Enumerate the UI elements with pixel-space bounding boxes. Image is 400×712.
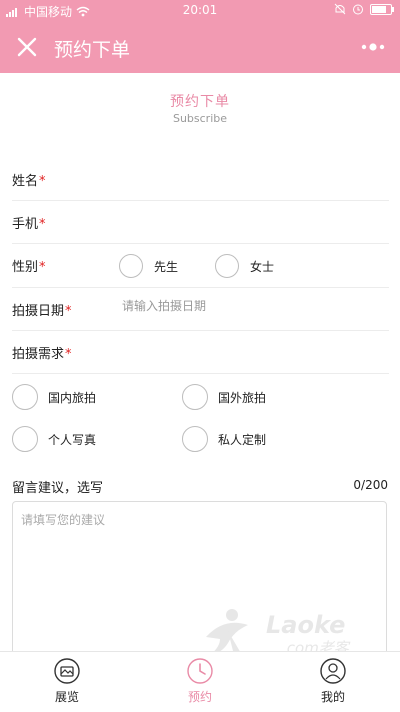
needs-option-overseas[interactable]: 国外旅拍 bbox=[182, 384, 266, 410]
gender-field: 性别* 先生 女士 bbox=[12, 244, 389, 288]
status-bar: 中国移动 20:01 bbox=[0, 0, 400, 22]
needs-label: 拍摄需求* bbox=[12, 347, 72, 362]
mute-icon bbox=[334, 3, 346, 15]
watermark-brand: Laoke bbox=[266, 611, 345, 639]
user-icon bbox=[320, 658, 346, 684]
status-right bbox=[334, 3, 394, 15]
needs-field: 拍摄需求* bbox=[12, 331, 389, 374]
notes-counter: 0/200 bbox=[353, 478, 388, 492]
nav-title: 预约下单 bbox=[54, 39, 131, 61]
notes-label: 留言建议，选写 bbox=[12, 481, 104, 496]
radio-circle[interactable] bbox=[119, 254, 143, 278]
gender-label: 性别* bbox=[12, 260, 46, 275]
needs-option-custom[interactable]: 私人定制 bbox=[182, 426, 266, 452]
gender-option-ms[interactable]: 女士 bbox=[215, 254, 274, 278]
radio-label: 私人定制 bbox=[218, 432, 267, 447]
alarm-icon bbox=[353, 4, 363, 15]
required-mark: * bbox=[39, 174, 46, 189]
radio-circle[interactable] bbox=[182, 426, 208, 452]
tab-bar: 展览 预约 我的 bbox=[0, 651, 400, 712]
tab-booking[interactable]: 预约 bbox=[160, 658, 240, 705]
more-menu-icon[interactable] bbox=[360, 36, 386, 58]
date-label: 拍摄日期* bbox=[12, 304, 72, 319]
radio-circle[interactable] bbox=[12, 426, 38, 452]
required-mark: * bbox=[39, 217, 46, 232]
battery-icon bbox=[370, 3, 394, 15]
required-mark: * bbox=[39, 260, 46, 275]
page-title: 预约下单 bbox=[170, 94, 230, 110]
required-mark: * bbox=[65, 304, 72, 319]
radio-label: 先生 bbox=[154, 259, 179, 274]
name-label: 姓名* bbox=[12, 174, 46, 189]
phone-field[interactable]: 手机* bbox=[12, 201, 389, 244]
clock-icon bbox=[187, 658, 213, 684]
tab-gallery[interactable]: 展览 bbox=[27, 658, 107, 705]
close-icon[interactable] bbox=[14, 34, 40, 60]
required-mark: * bbox=[65, 347, 72, 362]
phone-label: 手机* bbox=[12, 217, 46, 232]
name-field[interactable]: 姓名* bbox=[12, 158, 389, 201]
tab-label: 展览 bbox=[54, 690, 79, 704]
notes-placeholder: 请填写您的建议 bbox=[21, 513, 106, 527]
date-input[interactable]: 请输入拍摄日期 bbox=[122, 297, 206, 314]
page-subtitle: Subscribe bbox=[172, 112, 228, 125]
navigation-bar: 预约下单 bbox=[0, 22, 400, 73]
radio-label: 个人写真 bbox=[48, 432, 97, 447]
needs-option-domestic[interactable]: 国内旅拍 bbox=[12, 384, 96, 410]
radio-label: 女士 bbox=[250, 259, 275, 274]
radio-label: 国外旅拍 bbox=[218, 390, 267, 405]
tab-label: 我的 bbox=[320, 690, 345, 704]
gallery-icon bbox=[54, 658, 80, 684]
radio-circle[interactable] bbox=[215, 254, 239, 278]
tab-mine[interactable]: 我的 bbox=[293, 658, 373, 705]
needs-option-portrait[interactable]: 个人写真 bbox=[12, 426, 96, 452]
date-field[interactable]: 拍摄日期* 请输入拍摄日期 bbox=[12, 288, 389, 331]
radio-label: 国内旅拍 bbox=[48, 390, 97, 405]
gender-option-mr[interactable]: 先生 bbox=[119, 254, 178, 278]
radio-circle[interactable] bbox=[12, 384, 38, 410]
radio-circle[interactable] bbox=[182, 384, 208, 410]
tab-label: 预约 bbox=[187, 690, 212, 704]
